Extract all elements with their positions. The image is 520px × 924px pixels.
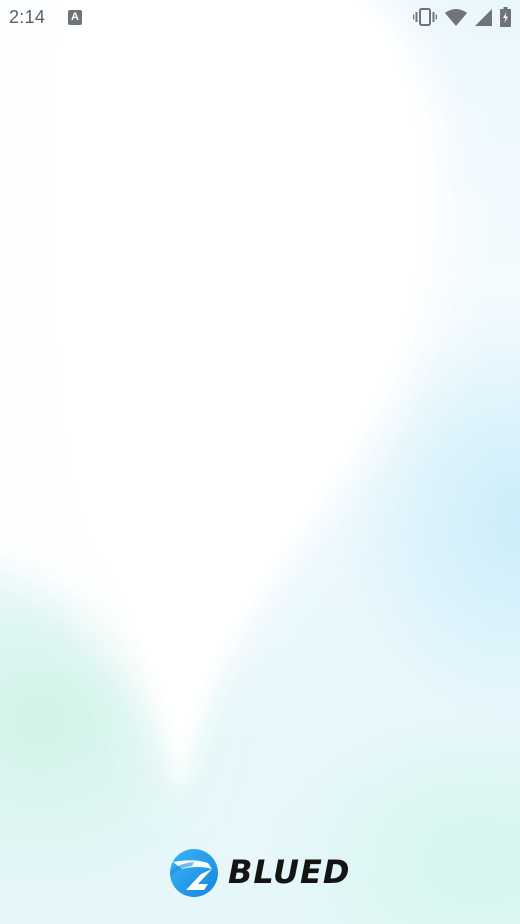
brand-logo: BLUED [168, 846, 350, 898]
battery-icon [500, 7, 511, 27]
cell-signal-icon [475, 8, 492, 26]
splash-screen: 2:14 A BLUED [0, 0, 520, 924]
status-icons [413, 7, 511, 27]
status-bar: 2:14 A [0, 0, 520, 36]
status-time: 2:14 [9, 7, 46, 27]
background-swoosh [0, 0, 453, 810]
wifi-icon [445, 9, 467, 26]
blued-logo-icon [170, 849, 218, 897]
vibrate-icon [413, 8, 437, 26]
brand-wordmark: BLUED [228, 853, 351, 891]
notification-icon: A [68, 10, 82, 25]
